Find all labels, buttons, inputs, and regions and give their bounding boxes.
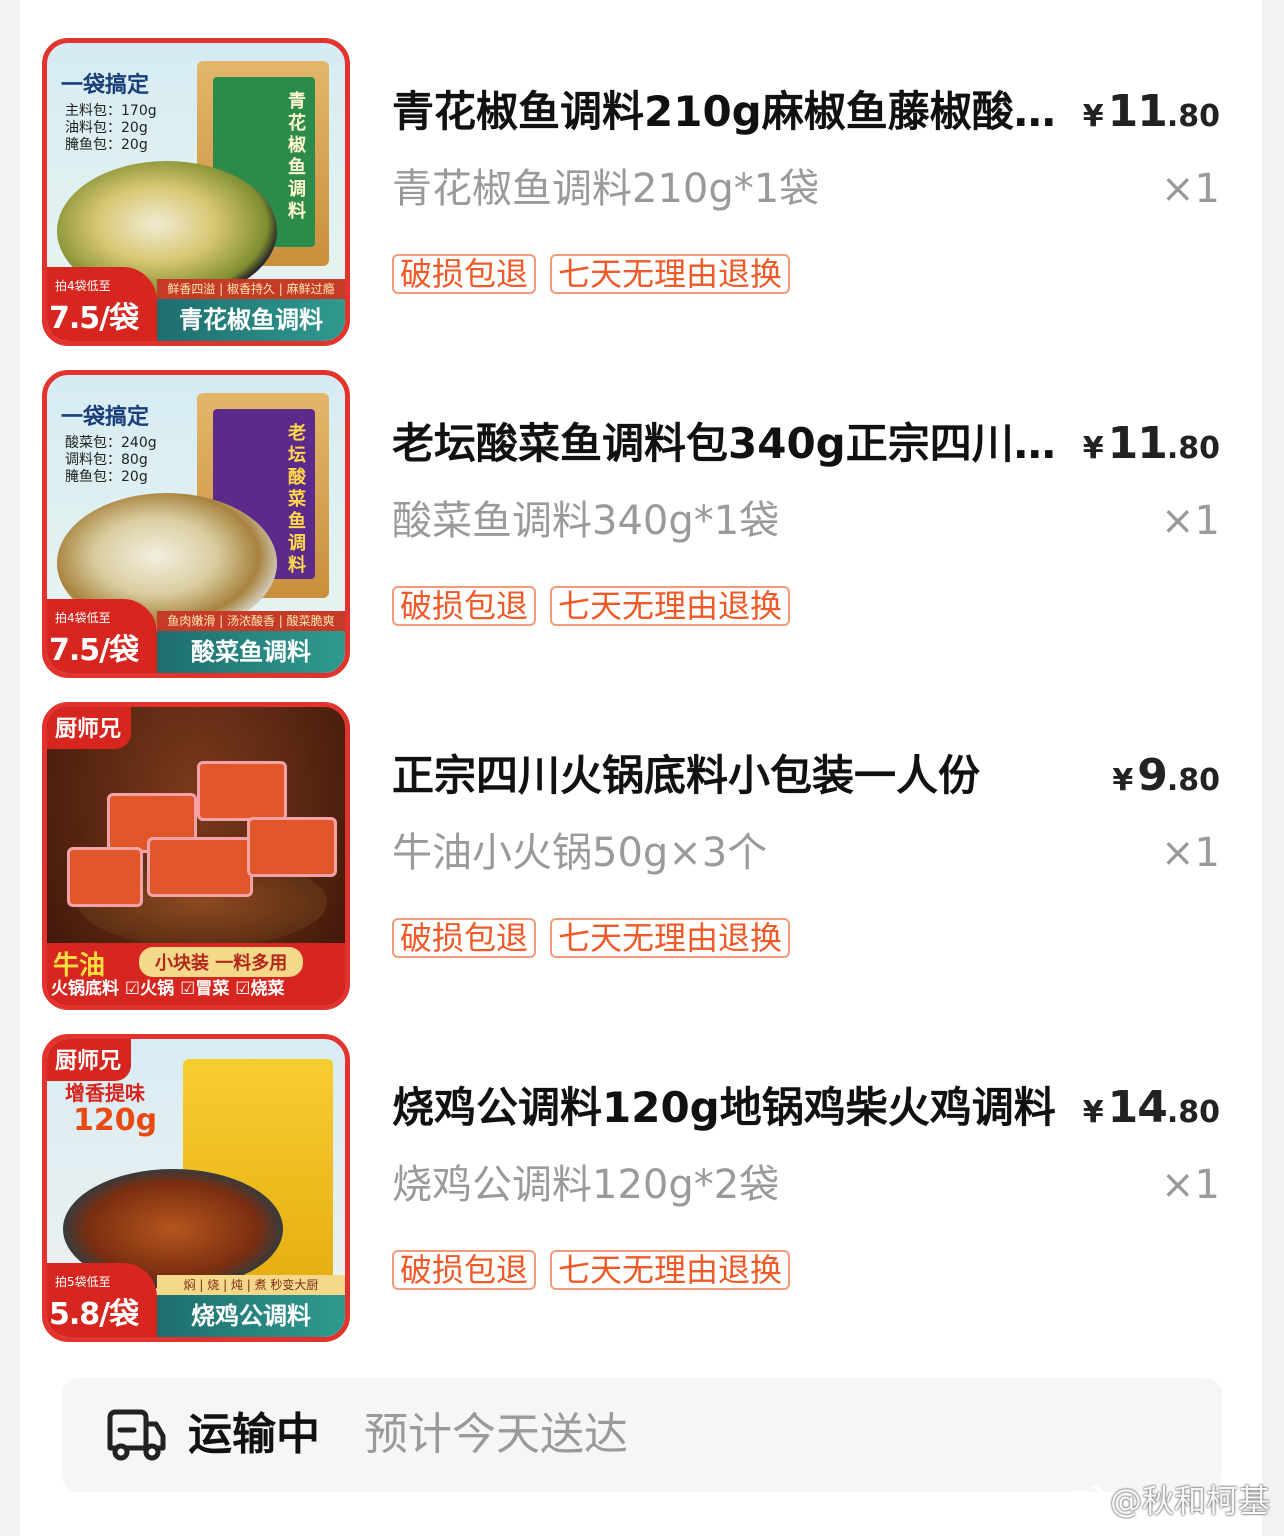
thumb-brand: 厨师兄 xyxy=(47,707,132,749)
thumb-hotpot-cube xyxy=(247,817,337,877)
tag-damage-refund: 破损包退 xyxy=(392,918,537,958)
tag-damage-refund: 破损包退 xyxy=(392,254,537,294)
service-tags: 破损包退 七天无理由退换 xyxy=(392,1250,791,1290)
thumb-brand: 厨师兄 xyxy=(47,1039,132,1081)
product-quantity: ×1 xyxy=(1161,498,1220,544)
product-title[interactable]: 青花椒鱼调料210g麻椒鱼藤椒酸菜鱼调料包家用 xyxy=(392,84,1072,140)
thumb-spec: 酸菜包：240g 调料包：80g 腌鱼包：20g xyxy=(65,435,157,485)
product-quantity: ×1 xyxy=(1161,1162,1220,1208)
watermark: @秋和柯基 xyxy=(1062,1476,1270,1522)
thumb-ribbon: 烧鸡公调料 xyxy=(157,1295,345,1337)
thumb-promo: 拍4袋低至 7.5/袋 xyxy=(47,267,157,341)
product-spec: 酸菜鱼调料340g*1袋 xyxy=(392,498,780,544)
thumb-headline: 一袋搞定 xyxy=(61,405,150,430)
product-title[interactable]: 烧鸡公调料120g地锅鸡柴火鸡调料 xyxy=(392,1080,1072,1136)
thumb-promo: 拍4袋低至 7.5/袋 xyxy=(47,599,157,673)
product-quantity: ×1 xyxy=(1161,166,1220,212)
thumb-hotpot-cube xyxy=(197,761,287,821)
tag-seven-day-return: 七天无理由退换 xyxy=(550,918,791,958)
thumb-hotpot-cube xyxy=(147,837,253,897)
product-price: ¥9.80 xyxy=(1112,750,1220,801)
truck-icon xyxy=(107,1409,166,1461)
thumb-bullets: 鲜香四溢 | 椒香持久 | 麻鲜过瘾 xyxy=(157,279,345,299)
product-thumbnail[interactable]: 一袋搞定 酸菜包：240g 调料包：80g 腌鱼包：20g 老坛酸菜鱼调料 鱼肉… xyxy=(42,370,350,678)
order-item[interactable]: 一袋搞定 酸菜包：240g 调料包：80g 腌鱼包：20g 老坛酸菜鱼调料 鱼肉… xyxy=(42,370,1220,680)
product-spec: 青花椒鱼调料210g*1袋 xyxy=(392,166,820,212)
thumb-headline: 一袋搞定 xyxy=(61,73,150,98)
service-tags: 破损包退 七天无理由退换 xyxy=(392,586,791,626)
product-thumbnail[interactable]: 一袋搞定 主料包：170g 油料包：20g 腌鱼包：20g 青花椒鱼调料 鲜香四… xyxy=(42,38,350,346)
product-price: ¥11.80 xyxy=(1082,86,1220,137)
tag-seven-day-return: 七天无理由退换 xyxy=(550,1250,791,1290)
service-tags: 破损包退 七天无理由退换 xyxy=(392,254,791,294)
thumb-spec: 主料包：170g 油料包：20g 腌鱼包：20g xyxy=(65,103,157,153)
thumb-weight: 120g xyxy=(73,1103,158,1138)
product-title[interactable]: 正宗四川火锅底料小包装一人份 xyxy=(392,748,1072,804)
tag-seven-day-return: 七天无理由退换 xyxy=(550,254,791,294)
thumb-bullets: 鱼肉嫩滑 | 汤浓酸香 | 酸菜脆爽 xyxy=(157,611,345,631)
order-item[interactable]: 厨师兄 牛油 小块装 一料多用 火锅底料 ☑火锅 ☑冒菜 ☑烧菜 正宗四川火锅底… xyxy=(42,702,1220,1012)
product-title[interactable]: 老坛酸菜鱼调料包340g正宗四川家用 xyxy=(392,416,1072,472)
thumb-banner: 牛油 小块装 一料多用 火锅底料 ☑火锅 ☑冒菜 ☑烧菜 xyxy=(47,943,345,1005)
product-price: ¥14.80 xyxy=(1082,1082,1220,1133)
product-thumbnail[interactable]: 厨师兄 牛油 小块装 一料多用 火锅底料 ☑火锅 ☑冒菜 ☑烧菜 xyxy=(42,702,350,1010)
product-price: ¥11.80 xyxy=(1082,418,1220,469)
shipping-status-bar[interactable]: 运输中 预计今天送达 xyxy=(62,1378,1222,1492)
tag-seven-day-return: 七天无理由退换 xyxy=(550,586,791,626)
thumb-package-title: 老坛酸菜鱼调料 xyxy=(288,423,306,576)
product-spec: 烧鸡公调料120g*2袋 xyxy=(392,1162,780,1208)
product-quantity: ×1 xyxy=(1161,830,1220,876)
thumb-ribbon: 青花椒鱼调料 xyxy=(157,299,345,341)
watermark-text: @秋和柯基 xyxy=(1109,1482,1270,1520)
thumb-ribbon: 酸菜鱼调料 xyxy=(157,631,345,673)
thumb-promo: 拍5袋低至 5.8/袋 xyxy=(47,1263,157,1337)
weibo-icon xyxy=(1063,1485,1104,1516)
service-tags: 破损包退 七天无理由退换 xyxy=(392,918,791,958)
thumb-accent: 增香提味 xyxy=(65,1081,145,1105)
tag-damage-refund: 破损包退 xyxy=(392,586,537,626)
shipping-status: 运输中 xyxy=(188,1409,320,1460)
product-spec: 牛油小火锅50g×3个 xyxy=(392,830,768,876)
shipping-eta: 预计今天送达 xyxy=(364,1409,628,1460)
thumb-bullets: 焖 | 烧 | 炖 | 煮 秒变大厨 xyxy=(157,1275,345,1295)
order-item[interactable]: 厨师兄 增香提味 120g 焖 | 烧 | 炖 | 煮 秒变大厨 烧鸡公调料 拍… xyxy=(42,1034,1220,1344)
product-thumbnail[interactable]: 厨师兄 增香提味 120g 焖 | 烧 | 炖 | 煮 秒变大厨 烧鸡公调料 拍… xyxy=(42,1034,350,1342)
order-item[interactable]: 一袋搞定 主料包：170g 油料包：20g 腌鱼包：20g 青花椒鱼调料 鲜香四… xyxy=(42,38,1220,348)
thumb-hotpot-cube xyxy=(67,847,143,907)
tag-damage-refund: 破损包退 xyxy=(392,1250,537,1290)
thumb-package-title: 青花椒鱼调料 xyxy=(288,91,306,222)
